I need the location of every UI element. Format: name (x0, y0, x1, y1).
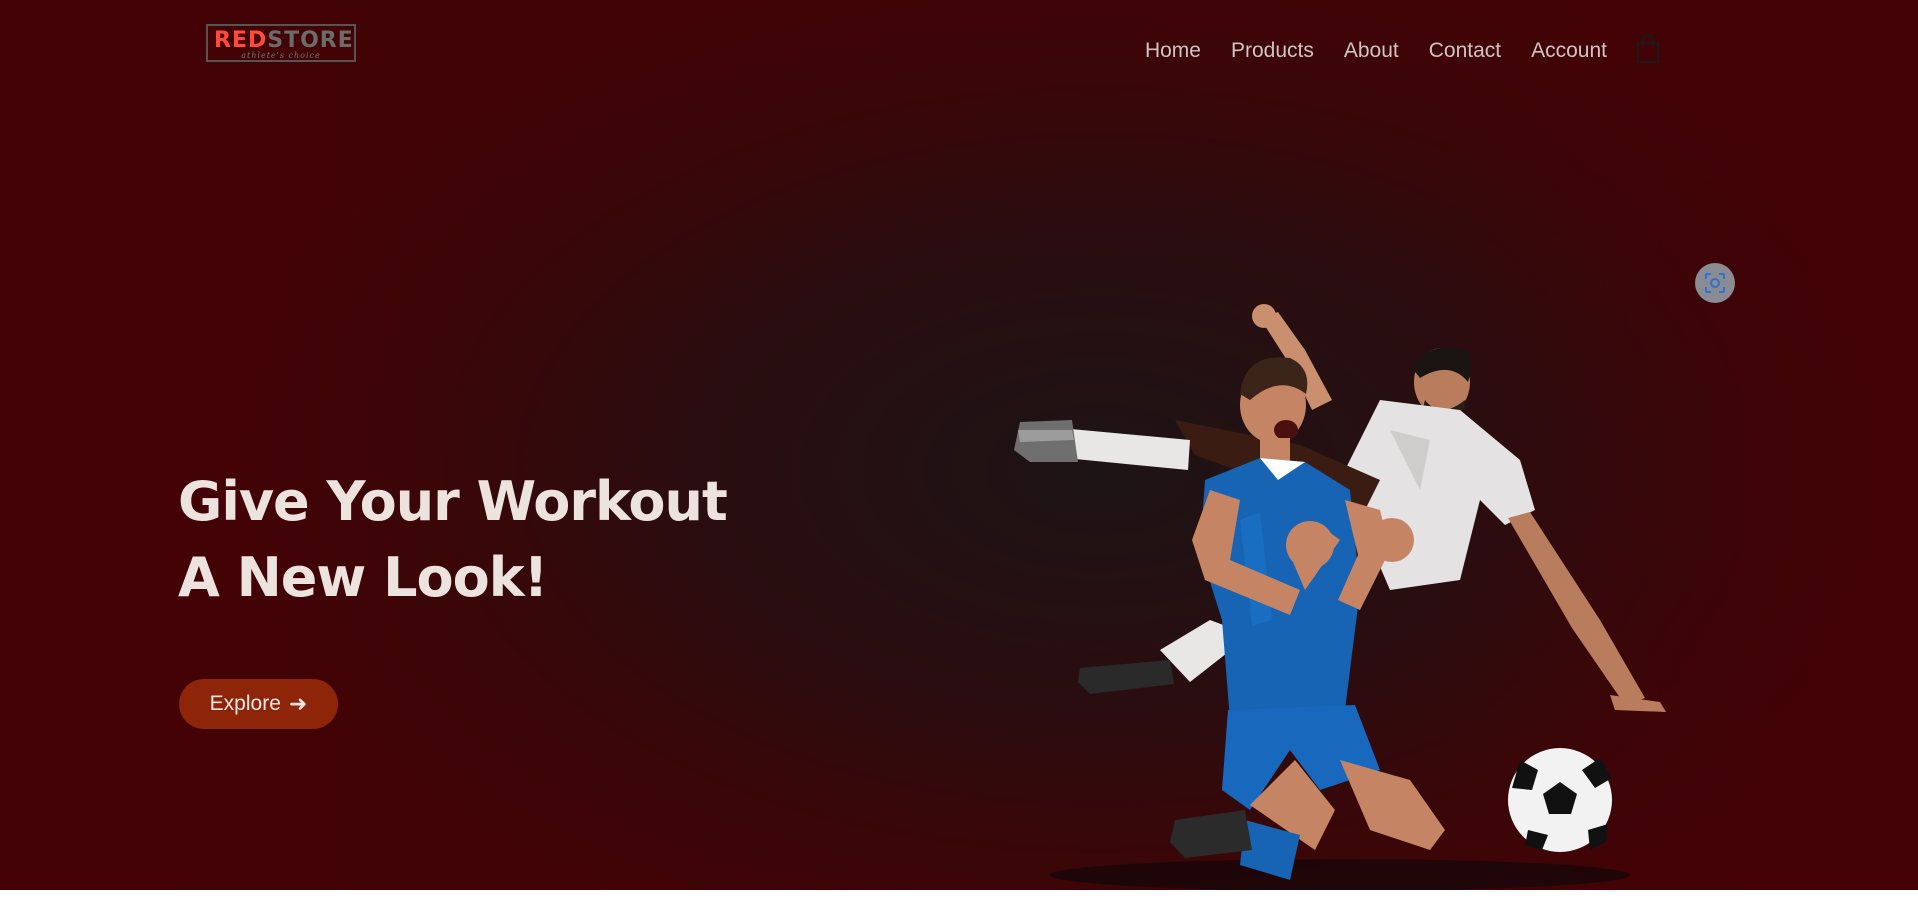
hero-headline: Give Your Workout A New Look! (178, 464, 728, 616)
visual-search-button[interactable] (1695, 263, 1735, 303)
headline-line-1: Give Your Workout (178, 470, 728, 533)
nav-home-link[interactable]: Home (1145, 38, 1201, 64)
football-players-illustration (1014, 304, 1666, 890)
explore-button[interactable]: Explore ➜ (179, 679, 338, 729)
headline-line-2: A New Look! (178, 546, 548, 609)
nav-products-link[interactable]: Products (1231, 38, 1314, 64)
logo-grey-part: STORE (267, 28, 354, 53)
hero-section: REDSTORE athlete's choice Home Products … (0, 0, 1918, 890)
visual-search-icon (1705, 273, 1725, 293)
shopping-bag-icon[interactable] (1635, 34, 1661, 64)
nav-contact-link[interactable]: Contact (1429, 38, 1501, 64)
nav-account-link[interactable]: Account (1531, 38, 1607, 64)
logo-tagline: athlete's choice (241, 51, 321, 60)
arrow-right-icon: ➜ (288, 691, 308, 716)
logo-red-part: RED (214, 28, 268, 53)
explore-button-label: Explore (209, 692, 281, 715)
redstore-logo[interactable]: REDSTORE athlete's choice (206, 24, 356, 62)
nav-about-link[interactable]: About (1344, 38, 1399, 64)
main-nav: Home Products About Contact Account (1115, 34, 1661, 66)
